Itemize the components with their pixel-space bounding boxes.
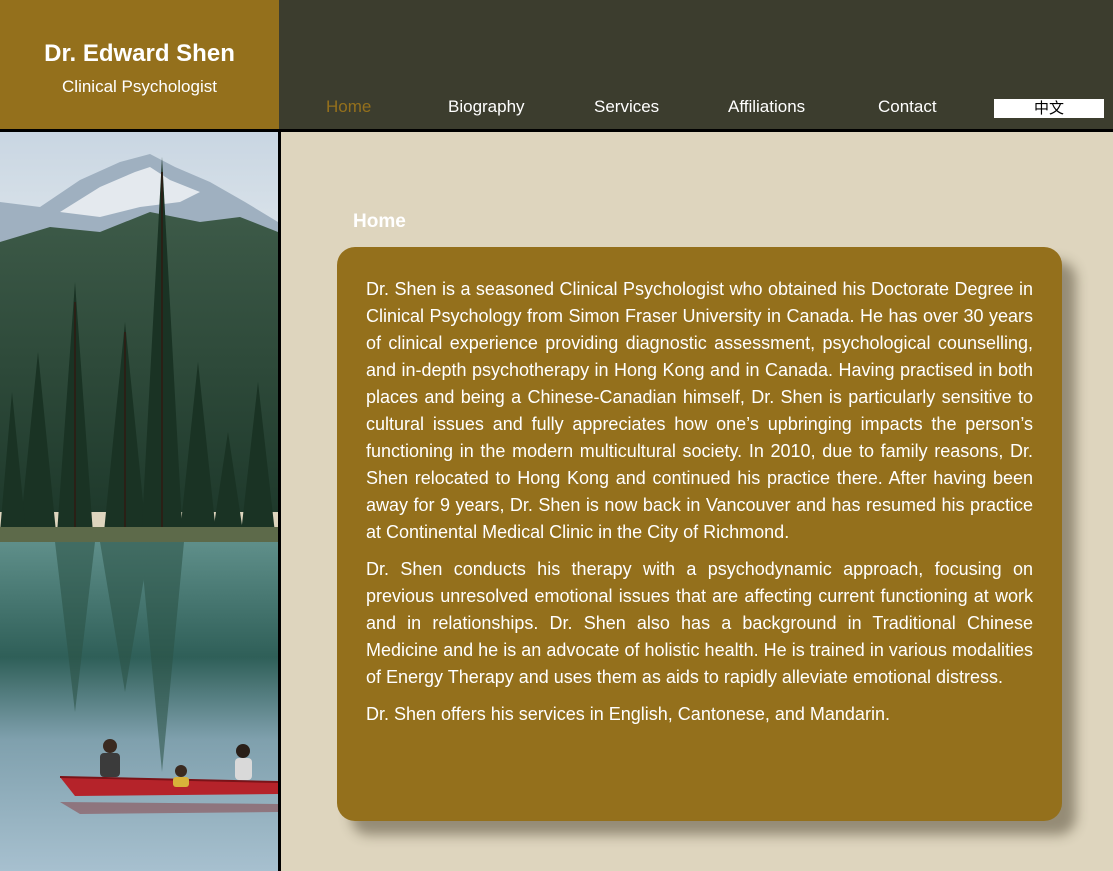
- paragraph-therapy: Dr. Shen conducts his therapy with a psy…: [366, 559, 1033, 687]
- brand-block: Dr. Edward Shen Clinical Psychologist: [0, 0, 279, 129]
- page: Dr. Edward Shen Clinical Psychologist Ho…: [0, 0, 1113, 871]
- paragraph-languages: Dr. Shen offers his services in English,…: [366, 704, 890, 724]
- nav-services[interactable]: Services: [594, 97, 659, 117]
- section-title: Home: [353, 211, 406, 232]
- nav-biography[interactable]: Biography: [448, 97, 525, 117]
- lake-canoe-photo: [0, 132, 278, 871]
- brand-title: Clinical Psychologist: [62, 77, 217, 96]
- language-switch-button[interactable]: 中文: [994, 99, 1104, 118]
- sidebar-divider: [278, 129, 281, 871]
- brand-name: Dr. Edward Shen: [44, 40, 235, 67]
- top-nav-bar: [279, 0, 1113, 129]
- paragraph-intro: Dr. Shen is a seasoned Clinical Psycholo…: [366, 279, 1033, 542]
- content-body: Dr. Shen is a seasoned Clinical Psycholo…: [366, 276, 1033, 738]
- nav-home[interactable]: Home: [326, 97, 371, 117]
- nav-affiliations[interactable]: Affiliations: [728, 97, 805, 117]
- nav-contact[interactable]: Contact: [878, 97, 937, 117]
- content-card: Dr. Shen is a seasoned Clinical Psycholo…: [337, 247, 1062, 821]
